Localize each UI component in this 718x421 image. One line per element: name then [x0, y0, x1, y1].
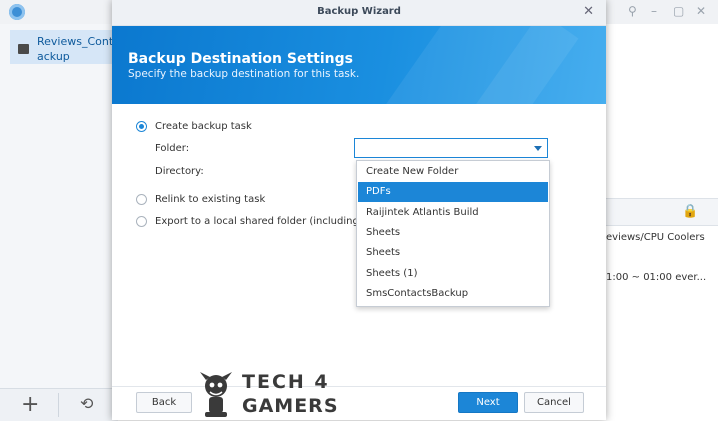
folder-select[interactable] — [354, 138, 548, 158]
folder-option[interactable]: Raijintek Atlantis Build — [358, 203, 548, 223]
watermark-line1: TECH 4 — [242, 371, 330, 393]
dialog-close-icon[interactable]: ✕ — [583, 4, 594, 19]
backup-wizard-dialog: Backup Wizard ✕ Backup Destination Setti… — [112, 0, 606, 420]
folder-option[interactable]: Sheets (1) — [358, 264, 548, 284]
pin-icon[interactable]: ⚲ — [628, 4, 637, 18]
tech4gamers-watermark: TECH 4 GAMERS — [200, 371, 339, 417]
task-destination-text: eviews/CPU Coolers — [606, 232, 705, 243]
details-panel-header — [604, 198, 718, 226]
permission-lock-icon[interactable]: 🔒 — [682, 204, 698, 219]
folder-dropdown-list: Create New Folder PDFs Raijintek Atlantis … — [356, 160, 550, 307]
sidebar-item-label: Reviews_Conte ackup — [37, 35, 115, 63]
relink-task-radio[interactable] — [136, 194, 147, 205]
banner-title: Backup Destination Settings — [128, 51, 353, 67]
back-button[interactable]: Back — [136, 392, 192, 413]
minimize-icon[interactable]: – — [651, 4, 657, 18]
folder-option[interactable]: SmsContactsBackup — [358, 284, 548, 304]
dialog-banner: Backup Destination Settings Specify the … — [112, 26, 606, 104]
watermark-line2: GAMERS — [242, 395, 339, 417]
backup-task-icon — [18, 44, 29, 54]
maximize-icon[interactable]: ▢ — [673, 4, 684, 18]
create-task-radio[interactable] — [136, 121, 147, 132]
dialog-title: Backup Wizard — [317, 6, 401, 17]
sidebar-item-backup-task[interactable]: Reviews_Conte ackup — [10, 30, 115, 64]
task-schedule-text: 1:00 ~ 01:00 ever... — [606, 272, 707, 283]
export-local-label[interactable]: Export to a local shared folder (includi… — [155, 216, 384, 227]
sidebar-bottom-toolbar: + ⟲ — [0, 388, 118, 421]
folder-option[interactable]: PDFs — [358, 182, 548, 203]
next-button[interactable]: Next — [458, 392, 518, 413]
app-close-icon[interactable]: ✕ — [696, 4, 706, 18]
folder-option[interactable]: Sheets — [358, 223, 548, 243]
export-local-radio[interactable] — [136, 216, 147, 227]
create-task-label[interactable]: Create backup task — [155, 121, 252, 132]
cancel-button[interactable]: Cancel — [524, 392, 584, 413]
banner-subtitle: Specify the backup destination for this … — [128, 68, 360, 80]
restore-history-icon[interactable]: ⟲ — [80, 394, 93, 413]
sidebar: Reviews_Conte ackup — [0, 24, 118, 388]
folder-option[interactable]: Create New Folder — [358, 162, 548, 182]
folder-label: Folder: — [155, 143, 190, 154]
mascot-logo — [200, 372, 232, 417]
app-logo-icon — [9, 4, 25, 20]
dialog-titlebar: Backup Wizard ✕ — [112, 0, 606, 26]
relink-task-label[interactable]: Relink to existing task — [155, 194, 265, 205]
folder-option[interactable]: Sheets — [358, 243, 548, 263]
toolbar-divider — [58, 393, 59, 417]
add-task-icon[interactable]: + — [21, 392, 39, 417]
footer-divider — [112, 386, 606, 387]
chevron-down-icon[interactable] — [534, 146, 542, 151]
directory-label: Directory: — [155, 166, 204, 177]
